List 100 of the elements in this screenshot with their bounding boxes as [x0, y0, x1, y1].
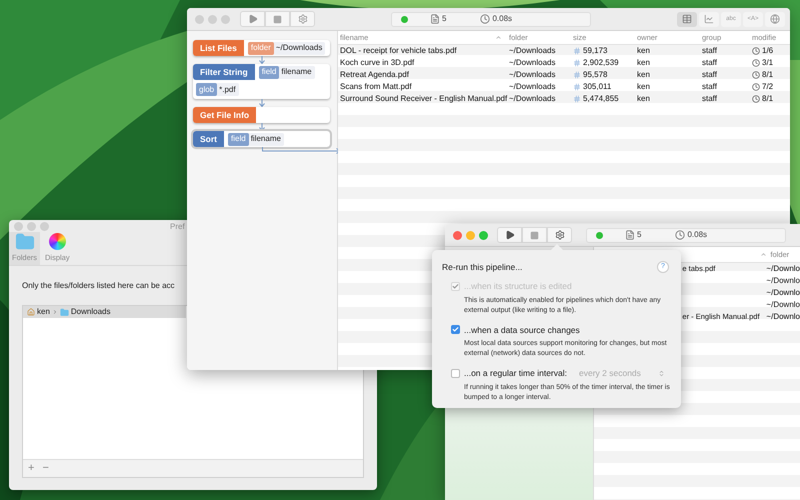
table-cell: staff — [702, 57, 717, 69]
clock-icon — [752, 59, 760, 67]
table-cell: ~/Downlo — [766, 263, 800, 275]
table-cell: 8/1 — [762, 93, 774, 105]
table-cell: Scans from Matt.pdf — [340, 81, 412, 93]
parameter-value: ~/Downloads — [276, 42, 322, 54]
checkbox[interactable] — [451, 369, 460, 378]
document-icon — [625, 230, 635, 240]
view-button[interactable] — [699, 12, 719, 26]
check-icon — [452, 326, 459, 334]
table-cell: 3/1 — [762, 57, 774, 69]
connector-arrow — [259, 99, 265, 107]
number-icon — [573, 71, 581, 79]
number-icon — [573, 83, 581, 91]
table-cell: ken — [637, 45, 650, 57]
table-cell: ~/Downloads — [509, 45, 556, 57]
option-label: ...on a regular time interval: — [464, 367, 567, 380]
table-cell: ken — [637, 69, 650, 81]
parameter-tag: glob — [196, 83, 218, 96]
table-cell: Retreat Agenda.pdf — [340, 69, 409, 81]
table-cell: 2,902,539 — [583, 57, 619, 69]
parameter-field[interactable]: field filename — [228, 132, 284, 146]
number-icon — [573, 95, 581, 103]
chart-icon — [704, 14, 714, 24]
table-cell: ~/Downlo — [766, 287, 800, 299]
step-title: Filter String — [193, 64, 255, 80]
play-icon — [248, 14, 258, 24]
stepper-icon — [658, 370, 665, 378]
table-cell: ~/Downlo — [766, 275, 800, 287]
globe-icon — [770, 14, 780, 24]
play-icon — [504, 230, 514, 240]
run-button[interactable] — [497, 227, 522, 243]
table-cell: staff — [702, 81, 717, 93]
table-cell: 59,173 — [583, 45, 608, 57]
pipeline-step[interactable]: Sort field filename — [193, 131, 330, 147]
table-cell: 1/6 — [762, 45, 774, 57]
sort-icon — [495, 34, 502, 41]
parameter-tag: folder — [248, 42, 274, 54]
description-text: Only the files/folders listed here can be acc — [22, 280, 176, 292]
home-icon — [27, 308, 35, 316]
step-title: Get File Info — [193, 107, 256, 123]
record-count: 5 — [637, 229, 642, 241]
stop-button[interactable] — [265, 11, 290, 27]
clock-icon — [480, 14, 490, 24]
clock-icon — [752, 47, 760, 55]
table-cell: ~/Downloads — [509, 57, 556, 69]
table-cell: ken — [637, 93, 650, 105]
table-cell: ~/Downlo — [766, 299, 800, 311]
connector-arrow — [259, 123, 265, 131]
list-button[interactable]: + — [28, 460, 34, 477]
parameter-tag: field — [258, 66, 280, 78]
checkbox[interactable] — [451, 325, 460, 334]
clock-icon — [752, 71, 760, 79]
view-button[interactable] — [765, 12, 785, 26]
table-cell: ~/Downloads — [509, 81, 556, 93]
table-cell: 7/2 — [762, 81, 774, 93]
table-icon — [682, 14, 692, 24]
pipeline-step[interactable]: List Files folder ~/Downloads — [193, 40, 330, 56]
table-cell: 95,578 — [583, 69, 608, 81]
window-title: Pref — [170, 221, 185, 233]
folder-icon — [60, 308, 69, 316]
list-item[interactable]: ken Downloads — [23, 306, 186, 318]
table-cell: 5,474,855 — [583, 93, 619, 105]
settings-icon — [298, 14, 308, 24]
parameter-value: filename — [250, 133, 281, 145]
settings-icon — [554, 230, 564, 240]
stop-icon — [273, 14, 282, 24]
table-cell: 305,011 — [583, 81, 612, 93]
connector-arrow — [259, 56, 265, 64]
table-cell: staff — [702, 45, 717, 57]
pipeline-step[interactable]: Get File Info — [193, 107, 330, 123]
table-cell: Surround Sound Receiver - English Manual.pdf — [340, 93, 508, 105]
parameter-tag: field — [228, 132, 249, 146]
number-icon — [573, 59, 581, 67]
color-wheel-icon — [48, 232, 66, 250]
view-button[interactable] — [677, 12, 697, 26]
table-cell: staff — [702, 93, 717, 105]
table-cell: DOL - receipt for vehicle tabs.pdf — [340, 45, 457, 57]
table-cell: ~/Downlo — [766, 311, 800, 323]
settings-button[interactable] — [547, 227, 572, 243]
parameter-field[interactable]: folder ~/Downloads — [248, 42, 326, 54]
table-cell: ~/Downloads — [509, 93, 556, 105]
list-button[interactable]: − — [42, 460, 49, 477]
stop-icon — [530, 230, 539, 240]
parameter-field[interactable]: glob *.pdf — [196, 83, 239, 96]
pipeline-step[interactable]: Filter String field filename glob *.pdf — [193, 64, 330, 99]
sort-icon — [760, 251, 768, 258]
path-part: Downloads — [70, 306, 110, 318]
number-icon — [573, 47, 581, 55]
record-count: 5 — [442, 13, 446, 25]
parameter-field[interactable]: field filename — [258, 66, 315, 78]
table-cell: ken — [637, 57, 650, 69]
check-icon — [452, 282, 459, 290]
parameter-value: *.pdf — [219, 84, 236, 96]
table-cell: staff — [702, 69, 717, 81]
document-icon — [430, 14, 440, 24]
table-cell: ken — [637, 81, 650, 93]
step-title: List Files — [193, 40, 244, 56]
popover-title: Re-run this pipeline... — [442, 261, 522, 274]
interval-select[interactable]: every 2 seconds — [579, 368, 665, 380]
